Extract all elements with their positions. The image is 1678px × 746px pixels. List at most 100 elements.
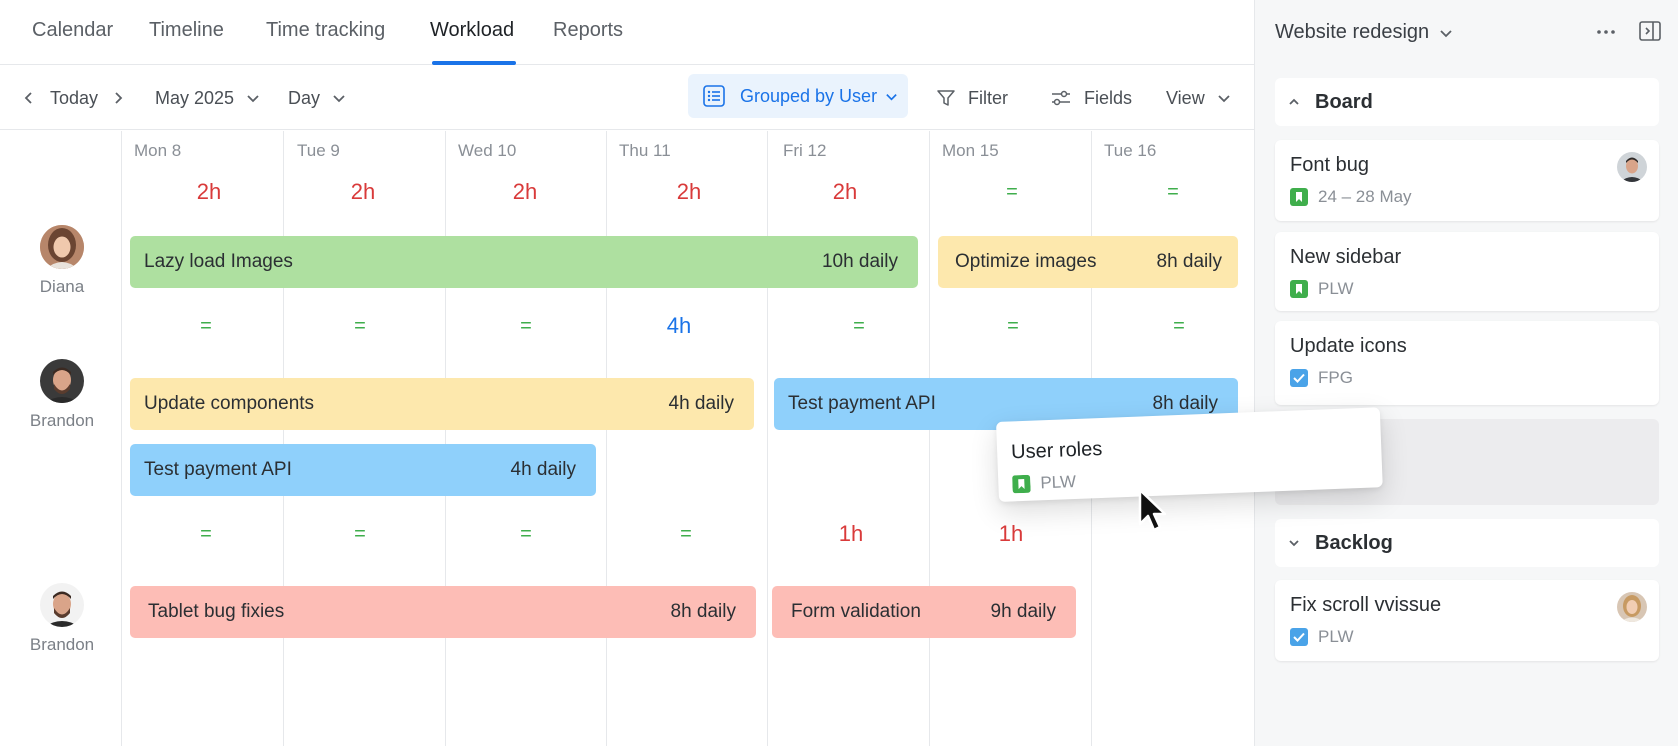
card-title: Fix scroll vvissue	[1290, 594, 1442, 616]
user-diana[interactable]: Diana	[0, 225, 124, 297]
task-bar[interactable]: Update components 4h daily	[130, 378, 754, 430]
column-divider	[929, 131, 930, 746]
previous-period-button[interactable]	[22, 66, 36, 130]
toolbar: Today May 2025 Day Grouped by User Filte…	[0, 66, 1254, 130]
user-name: Diana	[39, 277, 85, 296]
day-header: Fri 12	[783, 141, 827, 160]
task-card[interactable]: Font bug 24 – 28 May	[1275, 140, 1659, 221]
panel-header: Website redesign	[1255, 0, 1678, 64]
tab-timeline[interactable]: Timeline	[149, 19, 224, 42]
task-name: Test payment API	[788, 393, 936, 414]
daily-hours: 2h	[512, 179, 538, 204]
view-button[interactable]: View	[1166, 66, 1231, 130]
daily-hours: 1h	[998, 521, 1024, 546]
user-photo-icon	[40, 225, 84, 269]
sliders-icon	[1052, 90, 1070, 106]
user-brandon[interactable]: Brandon	[0, 359, 124, 431]
day-header: Mon 8	[134, 141, 182, 160]
chevron-down-icon	[1218, 95, 1230, 103]
daily-hours: =	[520, 315, 532, 337]
card-meta: 24 – 28 May	[1318, 187, 1412, 206]
more-options-button[interactable]	[1591, 20, 1621, 44]
day-header: Tue 9	[297, 141, 340, 160]
task-rate: 8h daily	[1156, 251, 1223, 272]
task-rate: 8h daily	[1152, 393, 1219, 414]
column-divider	[606, 131, 607, 746]
task-bar[interactable]: Optimize images 8h daily	[938, 236, 1238, 288]
scale-label: Day	[288, 87, 321, 108]
daily-hours: 1h	[838, 521, 864, 546]
section-board[interactable]: Board	[1275, 78, 1659, 126]
project-picker[interactable]: Website redesign	[1275, 21, 1453, 44]
mouse-cursor-icon	[1138, 488, 1167, 532]
checkbox-icon	[1290, 369, 1308, 387]
today-button[interactable]: Today	[50, 66, 98, 130]
daily-hours: =	[1173, 315, 1185, 337]
project-name: Website redesign	[1275, 21, 1430, 43]
user-photo-icon	[40, 583, 84, 627]
collapse-panel-button[interactable]	[1638, 19, 1664, 45]
active-tab-indicator	[432, 61, 516, 65]
fields-label: Fields	[1084, 87, 1133, 108]
task-card[interactable]: Update icons FPG	[1275, 321, 1659, 405]
user-name: Brandon	[29, 635, 95, 654]
tab-reports[interactable]: Reports	[553, 19, 623, 42]
chevron-down-icon	[1289, 540, 1299, 547]
view-tabs: Calendar Timeline Time tracking Workload…	[0, 0, 1254, 65]
task-card[interactable]: Fix scroll vvissue PLW	[1275, 580, 1659, 661]
chevron-left-icon	[24, 92, 32, 104]
group-by-button[interactable]: Grouped by User	[688, 74, 908, 118]
filter-icon	[937, 90, 955, 106]
task-bar[interactable]: Lazy load Images 10h daily	[130, 236, 918, 288]
dragging-task-card[interactable]: User roles PLW	[996, 407, 1383, 502]
more-horizontal-icon	[1597, 30, 1615, 34]
chevron-down-icon	[886, 93, 897, 100]
chevron-down-icon	[1440, 29, 1452, 37]
card-meta: PLW	[1318, 627, 1354, 646]
column-divider	[767, 131, 768, 746]
daily-hours: 2h	[350, 179, 376, 204]
day-header: Mon 15	[942, 141, 999, 160]
task-rate: 4h daily	[668, 393, 735, 414]
task-name: Form validation	[791, 601, 921, 622]
tab-calendar[interactable]: Calendar	[32, 19, 113, 42]
user-name: Brandon	[29, 411, 95, 430]
group-by-label: Grouped by User	[740, 85, 878, 106]
chevron-right-icon	[115, 92, 123, 104]
avatar	[1617, 592, 1647, 622]
project-panel: Website redesign Board Font bug 24 – 28 …	[1254, 0, 1678, 746]
daily-hours: =	[680, 523, 692, 545]
task-name: Test payment API	[144, 459, 292, 480]
month-picker[interactable]: May 2025	[155, 66, 260, 130]
day-header: Thu 11	[619, 141, 671, 160]
filter-button[interactable]: Filter	[936, 66, 1008, 130]
daily-hours: =	[354, 523, 366, 545]
task-rate: 4h daily	[510, 459, 577, 480]
task-bar[interactable]: Form validation 9h daily	[772, 586, 1076, 638]
user-brandon[interactable]: Brandon	[0, 583, 124, 655]
bookmark-icon	[1290, 188, 1308, 206]
daily-hours: =	[200, 523, 212, 545]
task-bar[interactable]: Tablet bug fixies 8h daily	[130, 586, 756, 638]
tab-time-tracking[interactable]: Time tracking	[266, 19, 385, 42]
scale-picker[interactable]: Day	[288, 66, 346, 130]
task-bar[interactable]: Test payment API 4h daily	[130, 444, 596, 496]
chevron-up-icon	[1289, 98, 1299, 105]
task-rate: 8h daily	[670, 601, 737, 622]
card-meta: FPG	[1318, 368, 1353, 387]
section-label: Board	[1315, 90, 1373, 113]
section-backlog[interactable]: Backlog	[1275, 519, 1659, 567]
daily-hours: =	[520, 523, 532, 545]
daily-hours: =	[853, 315, 865, 337]
checkbox-icon	[1290, 628, 1308, 646]
next-period-button[interactable]	[111, 66, 125, 130]
task-card[interactable]: New sidebar PLW	[1275, 232, 1659, 311]
sidebar-toggle-icon	[1639, 21, 1661, 41]
tab-workload[interactable]: Workload	[430, 19, 514, 42]
card-title: New sidebar	[1290, 246, 1402, 268]
fields-button[interactable]: Fields	[1050, 66, 1132, 130]
card-title: Update icons	[1290, 335, 1407, 357]
user-photo-icon	[1617, 152, 1647, 182]
avatar	[1617, 152, 1647, 182]
daily-hours: =	[1167, 181, 1179, 203]
